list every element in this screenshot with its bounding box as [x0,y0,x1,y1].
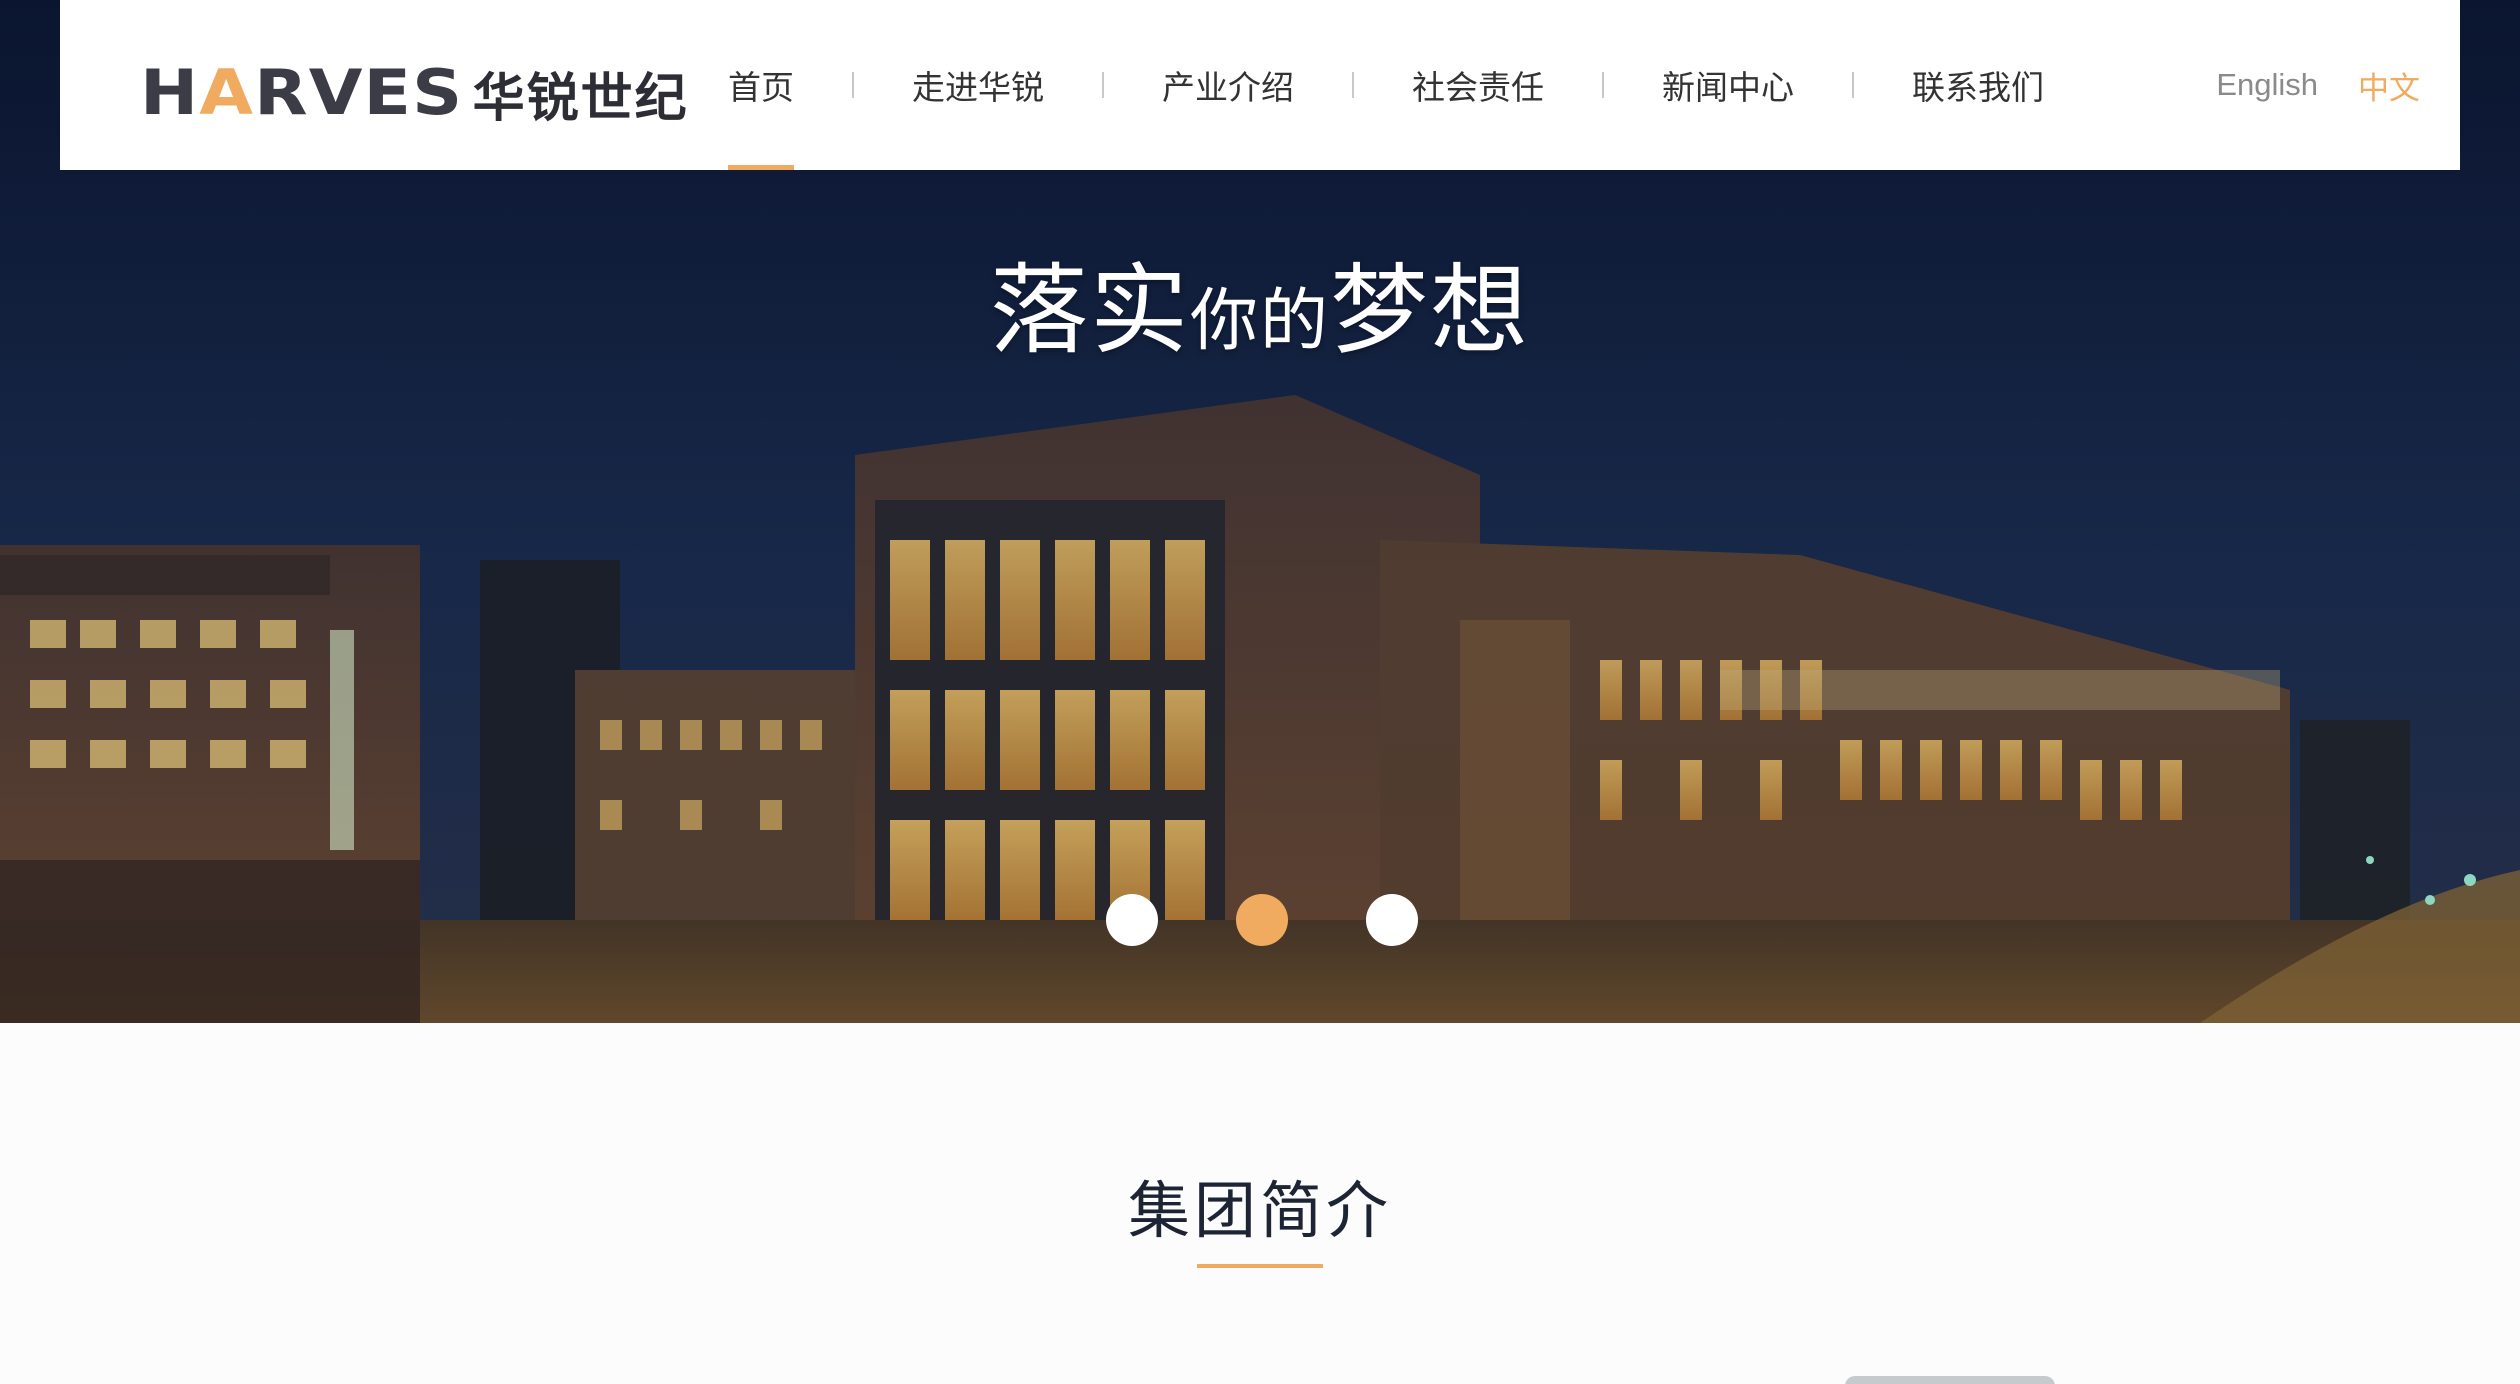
main-nav: 首页 走进华锐 产业介绍 社会责任 新闻中心 联系我们 [728,0,2044,170]
nav-separator [1352,72,1354,98]
nav-separator [1102,72,1104,98]
language-switcher: English 中文 [2216,0,2420,170]
slogan-part-1: 落实 [989,254,1190,368]
carousel-dot-1[interactable] [1106,894,1158,946]
section-title: 集团简介 [1127,1174,1392,1247]
content-edge-shape [1845,1376,2055,1384]
logo-wordmark: HARVES [140,62,463,124]
carousel-dot-3[interactable] [1366,894,1418,946]
logo-letter-h: H [140,56,200,129]
slogan-part-3: 梦想 [1330,254,1531,368]
logo-letter-a: A [199,56,255,129]
nav-item-industries[interactable]: 产业介绍 [1162,0,1294,170]
nav-item-news[interactable]: 新闻中心 [1662,0,1794,170]
nav-item-social-responsibility[interactable]: 社会责任 [1412,0,1544,170]
top-header: HARVES 华锐世纪 首页 走进华锐 产业介绍 社会责任 新闻中心 联系我们 … [60,0,2460,170]
slogan-part-2: 你的 [1189,282,1330,361]
logo-letters-rves: RVES [254,56,464,129]
logo-chinese-name: 华锐世纪 [472,68,689,129]
section-title-underline [1197,1264,1323,1268]
lang-english-link[interactable]: English [2216,67,2318,103]
nav-separator [1602,72,1604,98]
nav-separator [852,72,854,98]
nav-item-contact[interactable]: 联系我们 [1912,0,2044,170]
carousel-dot-2[interactable] [1236,894,1288,946]
logo[interactable]: HARVES 华锐世纪 [140,58,689,129]
carousel-dots [0,894,2520,946]
nav-item-home[interactable]: 首页 [728,0,794,170]
page: 落实你的梦想 HARVES 华锐世纪 首页 走进华锐 产业介绍 社会责任 新闻中… [0,0,2520,1384]
nav-separator [1852,72,1854,98]
lang-chinese-link[interactable]: 中文 [2358,63,2420,108]
nav-item-about[interactable]: 走进华锐 [912,0,1044,170]
hero-slogan: 落实你的梦想 [0,262,2520,360]
